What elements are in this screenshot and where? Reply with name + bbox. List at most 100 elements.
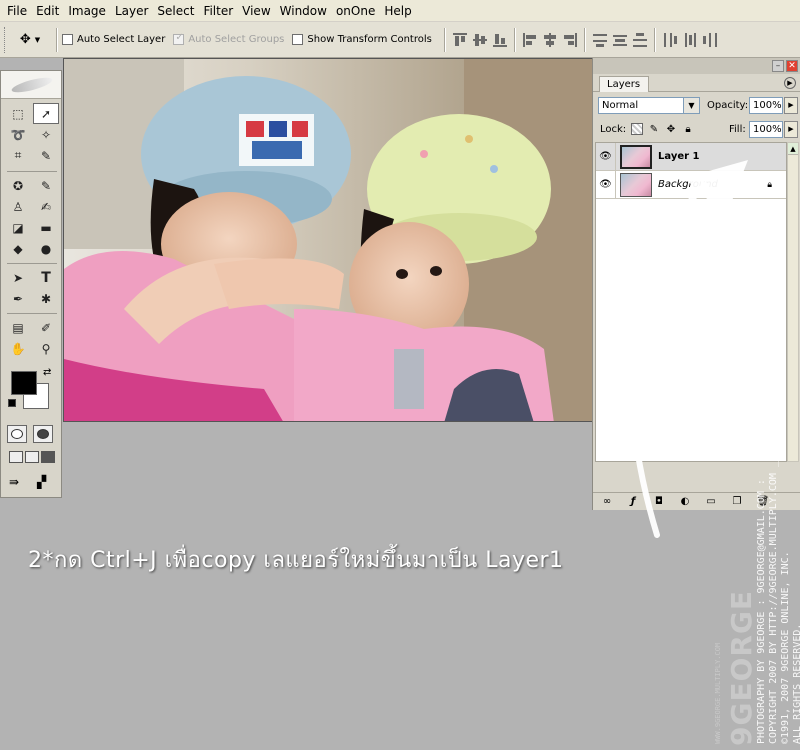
slice-tool-icon[interactable]: ✎ [33, 145, 59, 166]
align-horizontal-center-icon[interactable] [542, 32, 558, 48]
menu-file[interactable]: File [4, 4, 33, 18]
lock-label: Lock: [600, 123, 627, 135]
align-vertical-center-icon[interactable] [472, 32, 488, 48]
blur-tool-icon[interactable]: ◆ [5, 238, 31, 259]
standard-mode-button[interactable] [7, 425, 27, 443]
full-screen-menu-mode-icon[interactable] [25, 451, 39, 463]
menu-window[interactable]: Window [277, 4, 333, 18]
menu-filter[interactable]: Filter [200, 4, 239, 18]
fill-slider-button[interactable]: ▶ [784, 120, 798, 138]
eraser-tool-icon[interactable]: ◪ [5, 217, 31, 238]
fill-input[interactable]: 100% [749, 120, 783, 138]
distribute-top-icon[interactable] [592, 32, 608, 48]
type-tool-icon[interactable]: T [33, 267, 59, 288]
notes-tool-icon[interactable]: ▤ [5, 317, 31, 338]
menu-onone[interactable]: onOne [333, 4, 381, 18]
menu-edit[interactable]: Edit [33, 4, 65, 18]
default-colors-icon[interactable] [8, 399, 16, 407]
distribute-bottom-icon[interactable] [632, 32, 648, 48]
opacity-input[interactable]: 100% [749, 96, 783, 114]
close-icon[interactable]: ✕ [786, 60, 798, 72]
imageready-icon[interactable]: ▞ [37, 475, 46, 489]
dodge-tool-icon[interactable]: ● [33, 238, 59, 259]
document-canvas[interactable] [63, 58, 593, 422]
path-selection-tool-icon[interactable]: ➤ [5, 267, 31, 288]
lock-image-pixels-icon[interactable]: ✎ [648, 123, 660, 135]
visibility-eye-icon[interactable]: 👁︎ [596, 142, 616, 171]
swap-colors-icon[interactable]: ⇄ [43, 367, 51, 378]
photoshop-feather-logo[interactable] [1, 71, 61, 99]
menu-view[interactable]: View [239, 4, 276, 18]
blend-mode-select[interactable]: Normal ▼ [598, 96, 700, 114]
link-layers-icon[interactable]: ∞ [601, 496, 613, 508]
add-mask-icon[interactable]: ◘ [653, 496, 665, 508]
align-bottom-icon[interactable] [492, 32, 508, 48]
checkbox-box[interactable] [292, 34, 304, 45]
history-brush-tool-icon[interactable]: ✍ [33, 196, 59, 217]
opacity-label: Opacity: [707, 99, 749, 111]
auto-select-layer-checkbox[interactable]: Auto Select Layer [62, 34, 165, 45]
lock-position-icon[interactable]: ✥ [665, 123, 677, 135]
watermark-brand: 9GEORGE [725, 589, 758, 746]
move-tool-icon[interactable]: ➚ [33, 103, 59, 124]
zoom-tool-icon[interactable]: ⚲ [33, 338, 59, 359]
magic-wand-tool-icon[interactable]: ✧ [33, 124, 59, 145]
chevron-down-icon[interactable]: ▼ [683, 97, 699, 113]
pen-tool-icon[interactable]: ✒ [5, 288, 31, 309]
tool-preset-picker[interactable]: ✥ ▼ [8, 27, 52, 53]
full-screen-mode-icon[interactable] [41, 451, 55, 463]
brush-tool-icon[interactable]: ✎ [33, 175, 59, 196]
distribute-horizontal-center-icon[interactable] [682, 32, 698, 48]
lock-transparent-pixels-icon[interactable] [631, 123, 643, 135]
layer-row-background[interactable]: 👁︎ Background 🔒︎ [596, 170, 786, 199]
opacity-slider-button[interactable]: ▶ [784, 96, 798, 114]
layer-row-layer-1[interactable]: 👁︎ Layer 1 [596, 142, 786, 171]
palette-menu-icon[interactable]: ▶ [784, 77, 796, 89]
clone-stamp-tool-icon[interactable]: ♙ [5, 196, 31, 217]
palette-title-bar[interactable]: – ✕ [593, 58, 800, 74]
fill-label: Fill: [729, 123, 746, 135]
scroll-up-icon[interactable]: ▲ [788, 143, 798, 155]
healing-brush-tool-icon[interactable]: ✪ [5, 175, 31, 196]
distribute-vertical-center-icon[interactable] [612, 32, 628, 48]
separator [443, 27, 446, 52]
align-left-icon[interactable] [522, 32, 538, 48]
separator [513, 27, 516, 52]
hand-tool-icon[interactable]: ✋ [5, 338, 31, 359]
distribute-left-icon[interactable] [662, 32, 678, 48]
marquee-tool-icon[interactable]: ⬚ [5, 103, 31, 124]
visibility-eye-icon[interactable]: 👁︎ [596, 170, 616, 199]
move-tool-icon: ✥ [19, 32, 31, 47]
separator [56, 27, 58, 52]
layer-list-scrollbar[interactable]: ▲ [787, 142, 799, 462]
quick-mask-icon [37, 429, 49, 439]
new-group-icon[interactable]: ▭ [705, 496, 717, 508]
layer-style-icon[interactable]: ƒ [627, 496, 639, 508]
tab-layers[interactable]: Layers [599, 76, 649, 92]
standard-screen-mode-icon[interactable] [9, 451, 23, 463]
quick-mask-mode-button[interactable] [33, 425, 53, 443]
checkbox-box[interactable] [62, 34, 73, 45]
watermark-line-1: PHOTOGRAPHY BY 9GEORGE : 9GEORGE@GMAIL.C… [756, 479, 767, 744]
jump-to-imageready-icon[interactable]: ⇛ [9, 475, 19, 489]
align-right-icon[interactable] [562, 32, 578, 48]
lock-all-icon[interactable]: 🔒︎ [682, 123, 694, 135]
lock-fill-row: Lock: ✎ ✥ 🔒︎ Fill: 100% ▶ [593, 118, 800, 140]
new-layer-icon[interactable]: ❐ [731, 496, 743, 508]
menu-layer[interactable]: Layer [112, 4, 154, 18]
distribute-right-icon[interactable] [702, 32, 718, 48]
menu-help[interactable]: Help [381, 4, 417, 18]
show-transform-controls-checkbox[interactable]: Show Transform Controls [292, 34, 432, 45]
custom-shape-tool-icon[interactable]: ✱ [33, 288, 59, 309]
foreground-color-swatch[interactable] [11, 371, 37, 395]
menu-image[interactable]: Image [65, 4, 112, 18]
lasso-tool-icon[interactable]: ➰ [5, 124, 31, 145]
align-top-icon[interactable] [452, 32, 468, 48]
minimize-icon[interactable]: – [772, 60, 784, 72]
layer-thumbnail [620, 144, 652, 169]
menu-select[interactable]: Select [154, 4, 200, 18]
eyedropper-tool-icon[interactable]: ✐ [33, 317, 59, 338]
crop-tool-icon[interactable]: ⌗ [5, 145, 31, 166]
gradient-tool-icon[interactable]: ▬ [33, 217, 59, 238]
adjustment-layer-icon[interactable]: ◐ [679, 496, 691, 508]
